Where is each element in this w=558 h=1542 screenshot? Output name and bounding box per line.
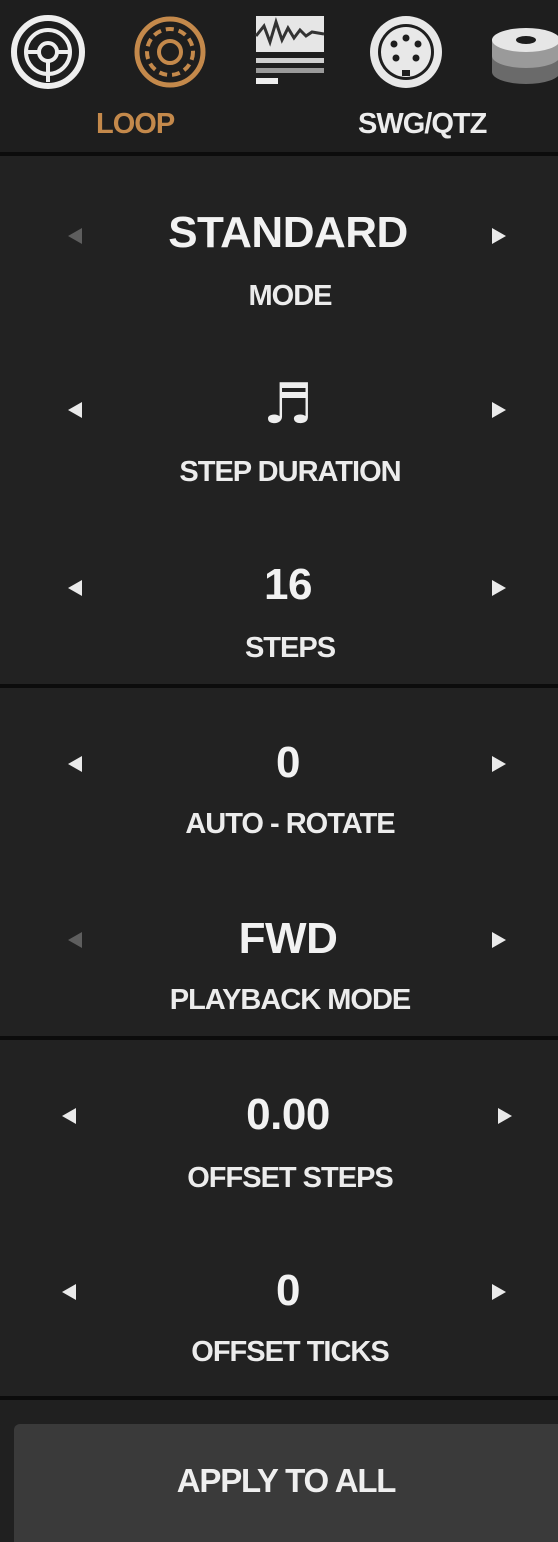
offset-ticks-label: OFFSET TICKS (191, 1336, 389, 1368)
pattern-section: STANDARD MODE ♬ STEP DURATION 16 STEPS (0, 156, 558, 684)
auto-rotate-label: AUTO - ROTATE (185, 808, 395, 840)
playback-section: 0 AUTO - ROTATE FWD PLAYBACK MODE (0, 688, 558, 1036)
loop-settings-panel: LOOP SWG/QTZ STANDARD MODE ♬ STEP DURATI… (0, 0, 558, 1542)
tab-swg-qtz[interactable]: SWG/QTZ (358, 108, 487, 141)
playback-mode-prev-arrow[interactable] (68, 932, 82, 948)
step-duration-label: STEP DURATION (179, 456, 401, 488)
offset-ticks-param: 0 OFFSET TICKS (0, 1218, 558, 1396)
waveform-icon[interactable] (250, 12, 330, 92)
playback-mode-label: PLAYBACK MODE (169, 984, 412, 1016)
steps-next-arrow[interactable] (492, 580, 506, 596)
auto-rotate-prev-arrow[interactable] (68, 756, 82, 772)
tab-loop[interactable]: LOOP (96, 108, 175, 141)
offset-steps-value: 0.00 (246, 1090, 330, 1139)
loop-icon[interactable] (130, 12, 210, 92)
step-duration-next-arrow[interactable] (492, 402, 506, 418)
offset-steps-label: OFFSET STEPS (187, 1162, 394, 1194)
apply-to-all-button[interactable]: APPLY TO ALL (14, 1424, 558, 1542)
auto-rotate-value: 0 (276, 738, 300, 787)
steps-param: 16 STEPS (0, 508, 558, 684)
offset-steps-next-arrow[interactable] (498, 1108, 512, 1124)
offset-ticks-value: 0 (276, 1266, 300, 1315)
steps-label: STEPS (244, 632, 336, 664)
steering-wheel-icon[interactable] (8, 12, 88, 92)
offset-steps-param: 0.00 OFFSET STEPS (0, 1040, 558, 1218)
offset-steps-prev-arrow[interactable] (62, 1108, 76, 1124)
offset-ticks-next-arrow[interactable] (492, 1284, 506, 1300)
sixteenth-note-icon: ♬ (262, 372, 314, 437)
mode-value: STANDARD (168, 208, 408, 257)
tab-bar: LOOP SWG/QTZ (0, 0, 558, 152)
mode-prev-arrow[interactable] (68, 228, 82, 244)
mode-param: STANDARD MODE (0, 156, 558, 332)
step-duration-prev-arrow[interactable] (68, 402, 82, 418)
stack-disc-icon[interactable] (486, 12, 558, 92)
mode-next-arrow[interactable] (492, 228, 506, 244)
playback-mode-param: FWD PLAYBACK MODE (0, 862, 558, 1036)
step-duration-param: ♬ STEP DURATION (0, 332, 558, 508)
midi-connector-icon[interactable] (366, 12, 446, 92)
offset-section: 0.00 OFFSET STEPS 0 OFFSET TICKS (0, 1040, 558, 1396)
divider (0, 1396, 558, 1400)
mode-label: MODE (248, 280, 333, 312)
offset-ticks-prev-arrow[interactable] (62, 1284, 76, 1300)
steps-prev-arrow[interactable] (68, 580, 82, 596)
playback-mode-next-arrow[interactable] (492, 932, 506, 948)
playback-mode-value: FWD (238, 914, 338, 963)
steps-value: 16 (264, 560, 312, 609)
auto-rotate-param: 0 AUTO - ROTATE (0, 688, 558, 862)
auto-rotate-next-arrow[interactable] (492, 756, 506, 772)
apply-to-all-label: APPLY TO ALL (176, 1462, 397, 1499)
